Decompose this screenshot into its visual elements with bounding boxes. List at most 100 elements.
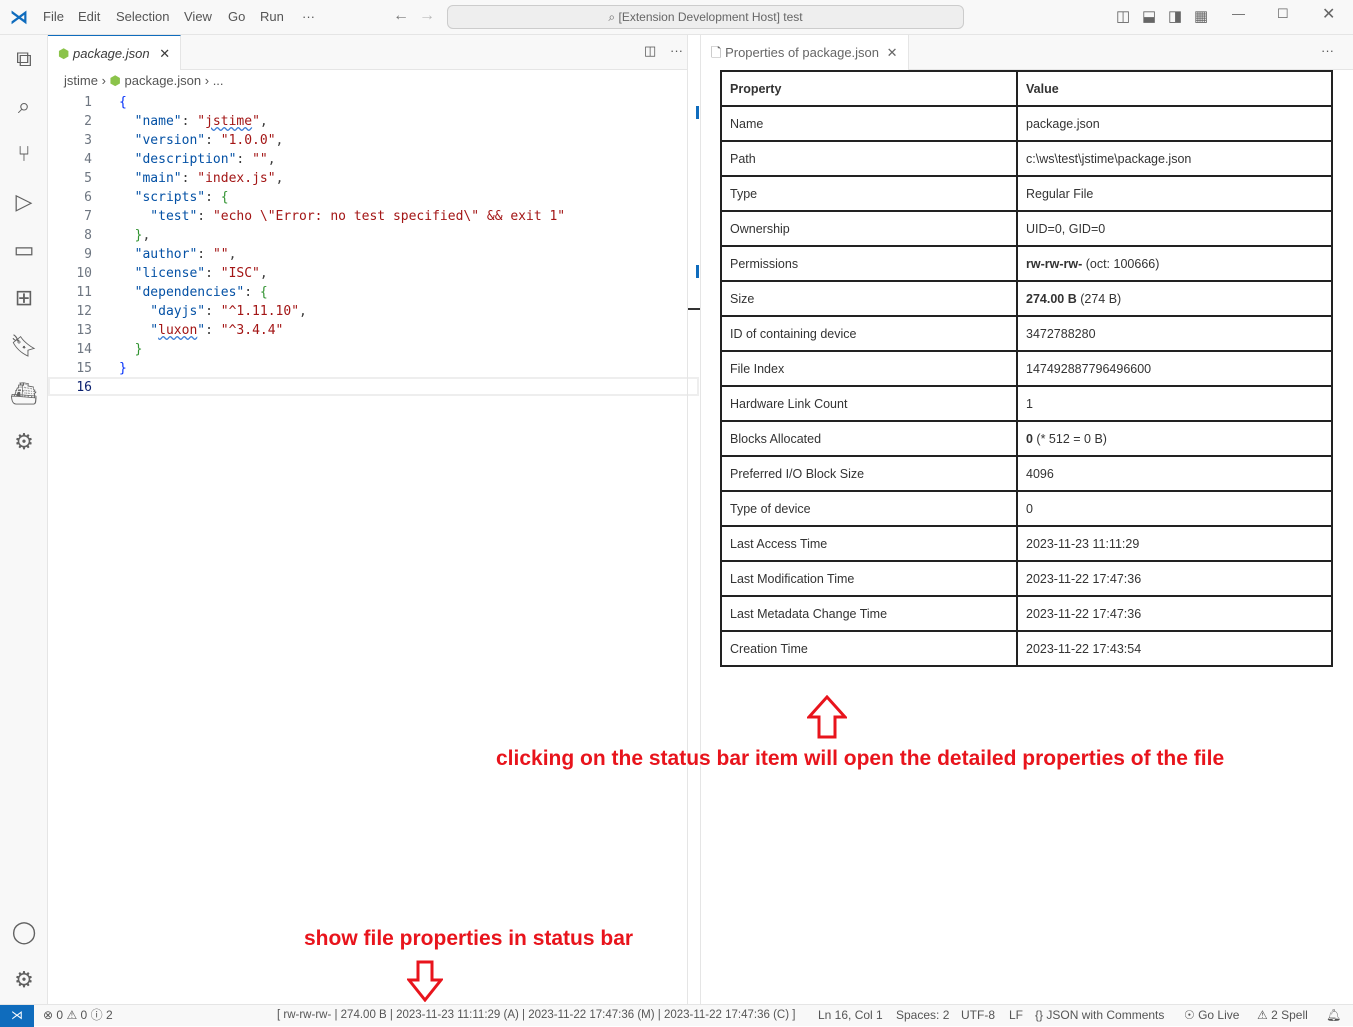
more-actions-icon[interactable]: ···	[670, 43, 683, 58]
customize-layout-icon[interactable]: ▦	[1194, 7, 1208, 25]
code-token: ,	[299, 304, 307, 319]
line-number: 5	[84, 171, 92, 186]
code-token: "test"	[119, 209, 198, 224]
more-actions-icon[interactable]: ···	[1321, 43, 1334, 58]
code-token: {	[119, 95, 127, 110]
code-token: :	[205, 304, 221, 319]
editor-divider[interactable]	[687, 35, 688, 1004]
value-detail: (* 512 = 0 B)	[1032, 431, 1107, 446]
code-token: "ISC"	[220, 266, 260, 281]
menu-file[interactable]: File	[43, 9, 64, 24]
encoding[interactable]: UTF-8	[961, 1005, 995, 1026]
error-count: 0	[56, 1008, 64, 1022]
line-number: 13	[76, 323, 92, 338]
source-control-icon[interactable]: ⑂	[10, 140, 38, 168]
value-detail: (oct: 100666)	[1082, 256, 1160, 271]
value-main: 2023-11-22 17:47:36	[1026, 571, 1142, 586]
json-file-icon: ⬢	[58, 46, 70, 61]
property-name: Ownership	[720, 210, 1018, 247]
code-token: :	[197, 209, 213, 224]
info-count: 2	[105, 1008, 113, 1022]
table-row: Size 274.00 B (274 B)	[720, 280, 1333, 317]
menu-view[interactable]: View	[184, 9, 212, 24]
code-token: "1.0.0"	[220, 133, 276, 148]
toggle-sidebar-icon[interactable]: ◫	[1116, 7, 1130, 25]
docker-icon[interactable]: ⛴	[10, 380, 38, 408]
code-token: :	[244, 285, 260, 300]
close-window-icon[interactable]: ✕	[1322, 4, 1335, 24]
tab-properties[interactable]: 🗋︎ Properties of package.json ✕	[701, 35, 909, 70]
code-line: "main": "index.js",	[119, 169, 284, 188]
code-token: :	[236, 152, 253, 167]
remote-indicator-icon[interactable]: ⋊	[0, 1005, 34, 1027]
search-icon[interactable]: ⌕	[10, 92, 38, 120]
table-row: Hardware Link Count 1	[720, 385, 1333, 422]
code-line: "author": "",	[119, 245, 237, 264]
menu-go[interactable]: Go	[228, 9, 245, 24]
remote-explorer-icon[interactable]: ▭	[10, 236, 38, 264]
property-name: Name	[720, 105, 1018, 142]
end-of-line[interactable]: LF	[1009, 1005, 1023, 1026]
property-name: Last Modification Time	[720, 560, 1018, 597]
table-row: Name package.json	[720, 105, 1333, 142]
value-main: 0	[1026, 431, 1033, 446]
braces-icon: {}	[1035, 1008, 1047, 1022]
property-value: 0 (* 512 = 0 B)	[1016, 420, 1333, 457]
split-editor-icon[interactable]: ◫	[644, 43, 656, 59]
value-main: rw-rw-rw-	[1026, 256, 1083, 271]
table-row: Last Access Time 2023-11-23 11:11:29	[720, 525, 1333, 562]
toggle-panel-icon[interactable]: ⬓	[1142, 7, 1156, 25]
code-token: "version"	[119, 133, 206, 148]
go-live-button[interactable]: ☉ Go Live	[1184, 1005, 1239, 1026]
command-center-search[interactable]: ⌕ [Extension Development Host] test	[447, 5, 964, 29]
notifications-icon[interactable]: 🔔︎	[1326, 1005, 1341, 1026]
code-token: {	[259, 285, 268, 300]
toggle-secondary-sidebar-icon[interactable]: ◨	[1168, 7, 1182, 25]
close-tab-icon[interactable]: ✕	[887, 45, 898, 60]
cursor-position[interactable]: Ln 16, Col 1	[818, 1005, 883, 1026]
minimize-icon[interactable]: —	[1232, 6, 1245, 21]
file-properties-status-item[interactable]: [ rw-rw-rw- | 274.00 B | 2023-11-23 11:1…	[277, 1005, 795, 1026]
menu-edit[interactable]: Edit	[78, 9, 100, 24]
code-token: ""	[252, 152, 268, 167]
explorer-icon[interactable]: ⧉	[10, 45, 38, 73]
current-line-highlight	[48, 377, 699, 396]
problems-indicator[interactable]: ⊗ 0 ⚠ 0 ⓘ 2	[43, 1005, 113, 1026]
code-line: },	[119, 226, 151, 245]
line-number: 15	[76, 361, 92, 376]
account-icon[interactable]: ◯	[10, 918, 38, 946]
title-bar: ⋊ File Edit Selection View Go Run ··· ← …	[0, 0, 1353, 35]
up-arrow-icon	[807, 695, 847, 739]
spell-check[interactable]: ⚠ 2 Spell	[1257, 1005, 1308, 1026]
breadcrumb-symbol[interactable]: ...	[213, 73, 224, 88]
menu-selection[interactable]: Selection	[116, 9, 169, 24]
forward-arrow-icon[interactable]: →	[419, 7, 435, 25]
indentation[interactable]: Spaces: 2	[896, 1005, 949, 1026]
back-arrow-icon[interactable]: ←	[393, 7, 409, 25]
file-icon: 🗋︎	[711, 45, 722, 60]
tab-package-json[interactable]: ⬢ package.json ✕	[48, 35, 182, 70]
property-value: 0	[1016, 490, 1333, 527]
language-mode[interactable]: {} JSON with Comments	[1035, 1005, 1164, 1026]
file-settings-icon[interactable]: ⚙	[10, 428, 38, 456]
breadcrumb-file[interactable]: package.json	[125, 73, 202, 88]
maximize-icon[interactable]: ☐	[1277, 6, 1289, 22]
code-line: "luxon": "^3.4.4"	[119, 321, 283, 340]
value-main: package.json	[1026, 116, 1100, 131]
annotation-top: clicking on the status bar item will ope…	[496, 747, 1225, 770]
bookmarks-icon[interactable]: 🔖︎	[10, 332, 38, 360]
extensions-icon[interactable]: ⊞	[10, 284, 38, 312]
value-main: 2023-11-22 17:47:36	[1026, 606, 1142, 621]
breadcrumb-folder[interactable]: jstime	[64, 73, 98, 88]
manage-gear-icon[interactable]: ⚙	[10, 966, 38, 994]
run-debug-icon[interactable]: ▷	[10, 188, 38, 216]
code-token: :	[181, 171, 198, 186]
scrollbar-marker	[696, 106, 699, 119]
line-number: 14	[76, 342, 92, 357]
property-name: Path	[720, 140, 1018, 177]
menu-more[interactable]: ···	[302, 9, 315, 24]
menu-run[interactable]: Run	[260, 9, 284, 24]
header-property: Property	[720, 70, 1018, 107]
line-number: 9	[84, 247, 92, 262]
close-tab-icon[interactable]: ✕	[159, 46, 170, 61]
